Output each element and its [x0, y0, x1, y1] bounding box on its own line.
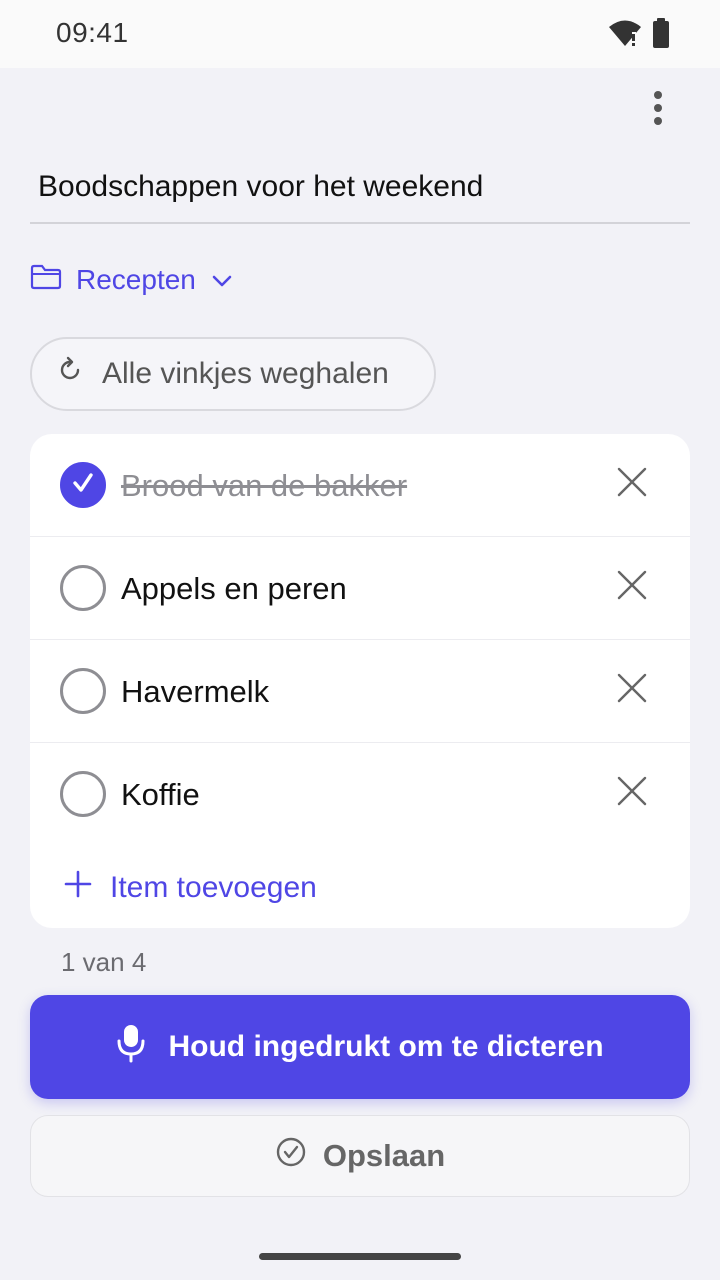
refresh-icon: [56, 356, 84, 392]
list-item: Brood van de bakker: [30, 434, 690, 537]
add-item-label: Item toevoegen: [110, 871, 317, 904]
checkbox-unchecked[interactable]: [60, 771, 106, 817]
wifi-alert-icon: [608, 18, 642, 53]
note-title-input[interactable]: Boodschappen voor het weekend: [30, 160, 690, 224]
dictate-label: Houd ingedrukt om te dicteren: [168, 1030, 604, 1063]
folder-selector[interactable]: Recepten: [30, 258, 234, 302]
list-item: Koffie: [30, 743, 690, 846]
check-circle-icon: [275, 1136, 307, 1176]
folder-label: Recepten: [76, 264, 196, 295]
status-bar: 09:41: [0, 0, 720, 68]
close-icon[interactable]: [614, 464, 650, 500]
list-item-label[interactable]: Brood van de bakker: [121, 468, 407, 504]
reset-checks-label: Alle vinkjes weghalen: [102, 357, 389, 390]
checked-counter: 1 van 4: [61, 947, 147, 977]
home-indicator[interactable]: [259, 1253, 461, 1260]
save-label: Opslaan: [322, 1138, 446, 1173]
checkbox-unchecked[interactable]: [60, 668, 106, 714]
chevron-down-icon: [210, 264, 234, 296]
microphone-icon: [116, 1023, 146, 1071]
more-options-button[interactable]: [636, 90, 680, 130]
save-button[interactable]: Opslaan: [30, 1115, 690, 1197]
close-icon[interactable]: [614, 567, 650, 603]
checkbox-checked[interactable]: [60, 462, 106, 508]
folder-icon: [30, 264, 62, 297]
battery-icon: [652, 18, 670, 53]
close-icon[interactable]: [614, 670, 650, 706]
status-time: 09:41: [56, 17, 129, 48]
list-item-label[interactable]: Koffie: [121, 777, 200, 813]
list-item: Appels en peren: [30, 537, 690, 640]
more-vertical-icon: [653, 90, 663, 131]
reset-checks-button[interactable]: Alle vinkjes weghalen: [30, 337, 436, 411]
status-icons: [608, 18, 670, 53]
plus-icon: [64, 870, 92, 906]
list-item-label[interactable]: Havermelk: [121, 674, 269, 710]
close-icon[interactable]: [614, 773, 650, 809]
add-item-button[interactable]: Item toevoegen: [64, 866, 317, 910]
list-item: Havermelk: [30, 640, 690, 743]
checklist-card: Brood van de bakker Appels en peren Have…: [30, 434, 690, 928]
checkmark-icon: [69, 469, 97, 502]
checkbox-unchecked[interactable]: [60, 565, 106, 611]
dictate-button[interactable]: Houd ingedrukt om te dicteren: [30, 995, 690, 1099]
list-item-label[interactable]: Appels en peren: [121, 571, 347, 607]
